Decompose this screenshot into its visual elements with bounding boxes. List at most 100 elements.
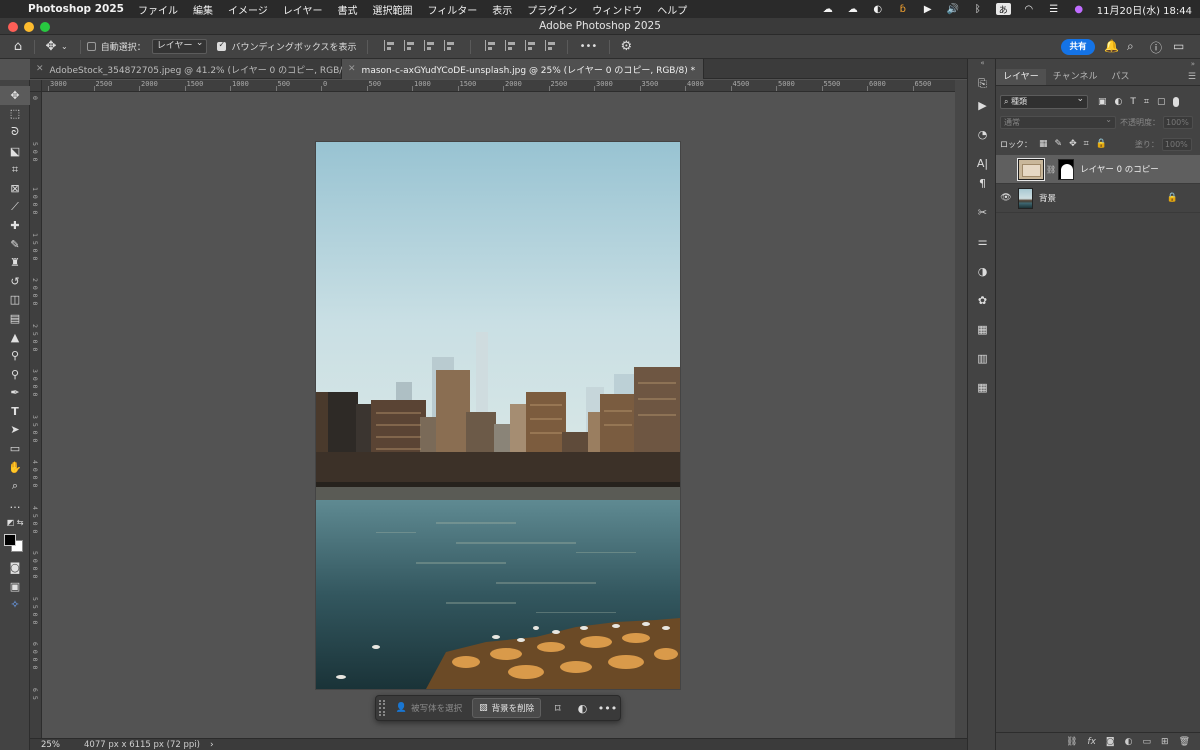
default-colors-icon[interactable]: ◩ ⇆ <box>0 514 30 533</box>
hand-tool-icon[interactable]: ✋ <box>0 458 30 477</box>
paragraph-panel-icon[interactable]: ¶ <box>968 171 997 195</box>
align-top-icon[interactable] <box>484 39 497 51</box>
bolt-icon[interactable]: ɓ <box>896 3 910 15</box>
rectangle-tool-icon[interactable]: ▭ <box>0 439 30 458</box>
visibility-toggle-icon[interactable]: 👁 <box>996 164 1016 174</box>
tab-paths[interactable]: パス <box>1104 69 1136 85</box>
menu-plugins[interactable]: プラグイン <box>527 2 577 17</box>
input-method-indicator[interactable]: あ <box>995 3 1011 16</box>
delete-layer-icon[interactable]: 🗑 <box>1179 737 1190 747</box>
menu-select[interactable]: 選択範囲 <box>372 2 412 17</box>
color-swatches[interactable] <box>0 532 30 558</box>
add-mask-icon[interactable]: ◙ <box>1106 737 1115 747</box>
object-selection-tool-icon[interactable]: ⬕ <box>0 142 30 161</box>
menu-type[interactable]: 書式 <box>337 2 357 17</box>
layer-style-button[interactable]: fx <box>1087 737 1096 747</box>
bounding-box-checkbox[interactable] <box>217 40 227 51</box>
help-icon[interactable]: ⓘ <box>1150 39 1162 56</box>
move-tool-icon[interactable]: ✥ <box>0 86 30 105</box>
panel-menu-icon[interactable]: ☰ <box>1188 72 1196 82</box>
shape-filter-icon[interactable]: ⌗ <box>1144 97 1149 107</box>
gear-icon[interactable]: ⚙ <box>616 39 636 54</box>
layer-thumbnail[interactable] <box>1018 187 1033 209</box>
select-subject-button[interactable]: 👤 被写体を選択 <box>390 698 468 718</box>
menu-view[interactable]: 表示 <box>492 2 512 17</box>
adjustment-icon[interactable]: ◐ <box>570 702 595 715</box>
smart-object-filter-icon[interactable]: ▢ <box>1157 97 1166 107</box>
link-mask-icon[interactable]: ⛓ <box>1046 165 1056 174</box>
crop-tool-icon[interactable]: ⌗ <box>0 160 30 179</box>
auto-select-target-dropdown[interactable]: レイヤー <box>151 37 208 54</box>
collapse-panels-icon[interactable]: « <box>968 59 997 69</box>
vertical-ruler[interactable]: 0 5 0 0 1 0 0 0 1 5 0 0 2 0 0 0 2 5 0 0 3 0 0 … <box>30 92 42 738</box>
ruler-origin[interactable] <box>30 80 42 92</box>
play-icon[interactable]: ▶ <box>921 3 935 15</box>
adjustment-filter-icon[interactable]: ◐ <box>1115 97 1123 107</box>
lock-artboard-icon[interactable]: ⌗ <box>1084 139 1089 149</box>
document-canvas-image[interactable] <box>316 142 680 689</box>
menu-file[interactable]: ファイル <box>138 2 178 17</box>
control-center-icon[interactable]: ☰ <box>1047 3 1061 15</box>
tab-layers[interactable]: レイヤー <box>996 69 1046 85</box>
distribute-vertical-icon[interactable] <box>443 39 456 51</box>
layer-row[interactable]: 👁 ⛓ レイヤー 0 のコピー <box>996 155 1200 184</box>
zoom-brush-icon[interactable]: ⚲ <box>0 365 30 384</box>
more-actions-button[interactable]: ••• <box>595 702 620 715</box>
lock-image-icon[interactable]: ✎ <box>1055 139 1063 149</box>
horizontal-ruler[interactable]: 3000 2500 2000 1500 1000 500 0 500 1000 1500 2000 2… <box>42 80 956 92</box>
status-menu-arrow[interactable]: › <box>210 740 214 750</box>
lock-position-icon[interactable]: ✥ <box>1069 139 1077 149</box>
dodge-tool-icon[interactable]: ⚲ <box>0 346 30 365</box>
notifications-bell-icon[interactable]: 🔔 <box>1104 39 1119 53</box>
foreground-color-swatch[interactable] <box>4 534 16 547</box>
more-options-button[interactable]: ••• <box>580 41 598 52</box>
visibility-toggle-icon[interactable]: 👁 <box>996 193 1016 203</box>
align-bottom-icon[interactable] <box>524 39 537 51</box>
align-horizontal-center-icon[interactable] <box>403 39 416 51</box>
pen-tool-icon[interactable]: ✒ <box>0 384 30 403</box>
bluetooth-icon[interactable]: ᛒ <box>971 3 985 15</box>
close-icon[interactable]: ✕ <box>348 64 356 74</box>
zoom-level-field[interactable]: 25% <box>30 740 70 750</box>
tab-document-2[interactable]: ✕ mason-c-axGYudYCoDE-unsplash.jpg @ 25%… <box>342 59 705 79</box>
blur-tool-icon[interactable]: ▲ <box>0 328 30 347</box>
fill-field[interactable]: 100% <box>1161 137 1192 151</box>
sync-icon[interactable]: ◐ <box>871 3 885 15</box>
menu-image[interactable]: イメージ <box>228 2 268 17</box>
marquee-tool-icon[interactable]: ⬚ <box>0 105 30 124</box>
layer-name[interactable]: レイヤー 0 のコピー <box>1080 163 1159 175</box>
lasso-tool-icon[interactable]: ᘐ <box>0 123 30 142</box>
pixel-filter-icon[interactable]: ▣ <box>1098 97 1107 107</box>
workspace-icon[interactable]: ▭ <box>1173 39 1184 53</box>
layer-row[interactable]: 👁 背景 🔒 <box>996 184 1200 213</box>
volume-icon[interactable]: 🔊 <box>946 3 960 15</box>
brush-tool-icon[interactable]: ✎ <box>0 235 30 254</box>
menu-clock[interactable]: 11月20日(水) 18:44 <box>1097 2 1192 17</box>
tab-document-1[interactable]: ✕ AdobeStock_354872705.jpeg @ 41.2% (レイヤ… <box>30 59 366 79</box>
gradients-panel-icon[interactable]: ▥ <box>968 346 997 370</box>
lock-transparency-icon[interactable]: ▦ <box>1039 139 1048 149</box>
frame-tool-icon[interactable]: ⊠ <box>0 179 30 198</box>
layer-mask-thumbnail[interactable] <box>1058 158 1075 180</box>
transform-icon[interactable]: ⌑ <box>545 702 570 715</box>
menu-filter[interactable]: フィルター <box>427 2 477 17</box>
adjustment-layer-icon[interactable]: ◐ <box>1125 737 1133 747</box>
move-tool-preset-icon[interactable]: ✥ <box>41 39 61 54</box>
menu-help[interactable]: ヘルプ <box>657 2 687 17</box>
layer-kind-filter[interactable]: ⌕ 種類 <box>1000 93 1088 109</box>
taskbar-grip[interactable] <box>379 700 385 716</box>
patterns-panel-icon[interactable]: ▦ <box>968 375 997 399</box>
auto-select-checkbox[interactable] <box>86 42 96 51</box>
search-icon[interactable]: ⌕ <box>1127 39 1134 54</box>
align-right-icon[interactable] <box>423 39 436 51</box>
eyedropper-tool-icon[interactable]: ⟋ <box>0 198 30 217</box>
properties-panel-icon[interactable]: ◔ <box>968 122 997 146</box>
generative-fill-icon[interactable]: ✧ <box>0 595 30 614</box>
layer-name[interactable]: 背景 <box>1039 192 1056 204</box>
new-layer-icon[interactable]: ⊞ <box>1161 737 1169 747</box>
actions-panel-icon[interactable]: ▶ <box>968 93 997 117</box>
lock-all-icon[interactable]: 🔒 <box>1096 139 1107 149</box>
menu-layer[interactable]: レイヤー <box>283 2 323 17</box>
remove-background-button[interactable]: ▧ 背景を削除 <box>472 698 542 718</box>
gradient-tool-icon[interactable]: ▤ <box>0 309 30 328</box>
